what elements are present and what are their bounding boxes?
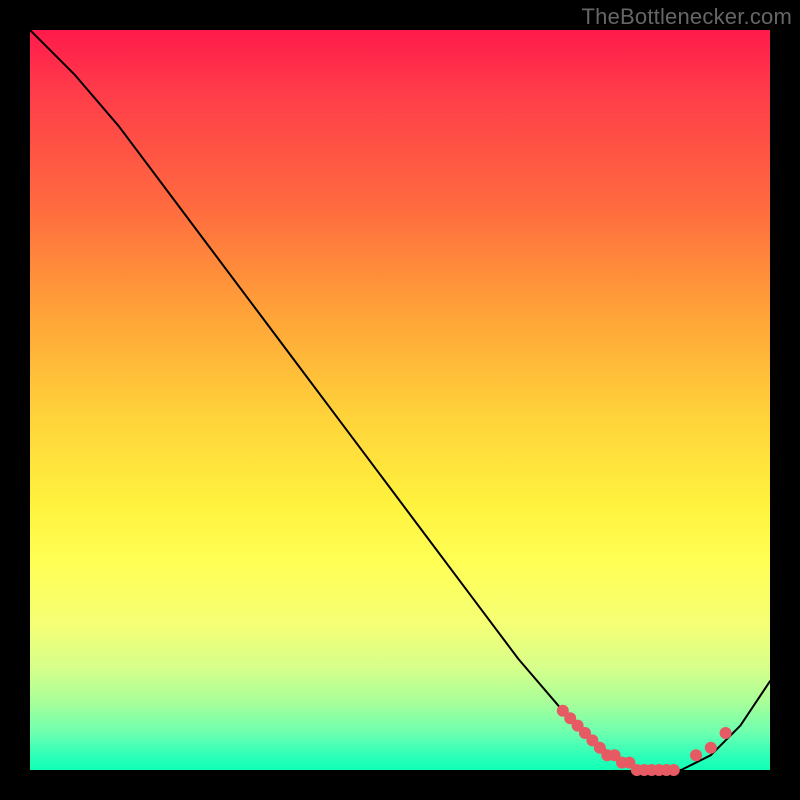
bottleneck-curve xyxy=(30,30,770,770)
highlight-dot xyxy=(668,764,680,776)
highlight-dot xyxy=(705,742,717,754)
plot-area xyxy=(30,30,770,770)
watermark-text: TheBottlenecker.com xyxy=(582,4,792,30)
highlight-dot xyxy=(690,749,702,761)
highlight-dots xyxy=(557,705,732,776)
highlight-dot xyxy=(720,727,732,739)
curve-svg xyxy=(30,30,770,770)
chart-frame: TheBottlenecker.com xyxy=(0,0,800,800)
